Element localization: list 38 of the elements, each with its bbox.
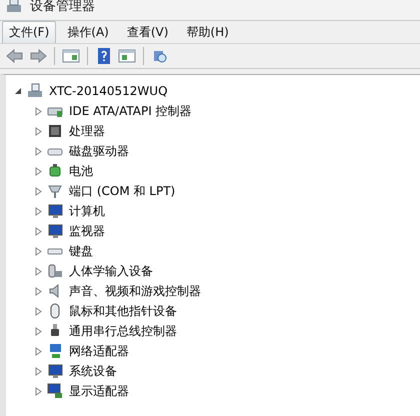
pane-icon[interactable] [118,48,136,64]
tree-item[interactable]: 磁盘驱动器 [69,142,129,160]
app-icon [6,0,22,13]
tree-item[interactable]: 网络适配器 [69,342,129,360]
monitor-icon [47,363,63,379]
menu-item[interactable]: 文件(F) [2,20,56,44]
display-card-icon [47,383,63,399]
tree-item[interactable]: 监视器 [69,222,105,240]
tree-item[interactable]: 鼠标和其他指针设备 [69,302,177,320]
menu-item[interactable]: 查看(V) [120,20,176,44]
computer-icon [27,83,43,99]
forward-icon[interactable] [29,48,47,64]
tree-item[interactable]: 键盘 [69,242,93,260]
tree-item[interactable]: IDE ATA/ATAPI 控制器 [69,102,192,120]
help-icon[interactable] [95,48,113,64]
scan-icon[interactable] [151,48,169,64]
tree-item[interactable]: 显示适配器 [69,382,129,400]
tree-item[interactable]: 计算机 [69,202,105,220]
back-icon[interactable] [6,48,24,64]
expand-arrow-icon[interactable] [14,86,23,96]
menu-item[interactable]: 操作(A) [60,20,116,44]
tree-item[interactable]: 处理器 [69,122,105,140]
tree-item[interactable]: 端口 (COM 和 LPT) [69,182,176,200]
tree-item[interactable]: 系统设备 [69,362,117,380]
tree-item[interactable]: 通用串行总线控制器 [69,322,177,340]
chip-icon [47,123,63,139]
pane-icon[interactable] [62,48,80,64]
tree-item[interactable]: XTC-20140512WUQ [49,84,168,98]
port-plug-icon [47,183,63,199]
input-device-icon [47,263,63,279]
tree-item[interactable]: 人体学输入设备 [69,262,153,280]
tree-item[interactable]: 声音、视频和游戏控制器 [69,282,201,300]
monitor-icon [47,223,63,239]
menu-item[interactable]: 帮助(H) [179,20,236,44]
monitor-icon [47,203,63,219]
tree-item[interactable]: 电池 [69,162,93,180]
network-icon [47,343,63,359]
battery-icon [47,163,63,179]
